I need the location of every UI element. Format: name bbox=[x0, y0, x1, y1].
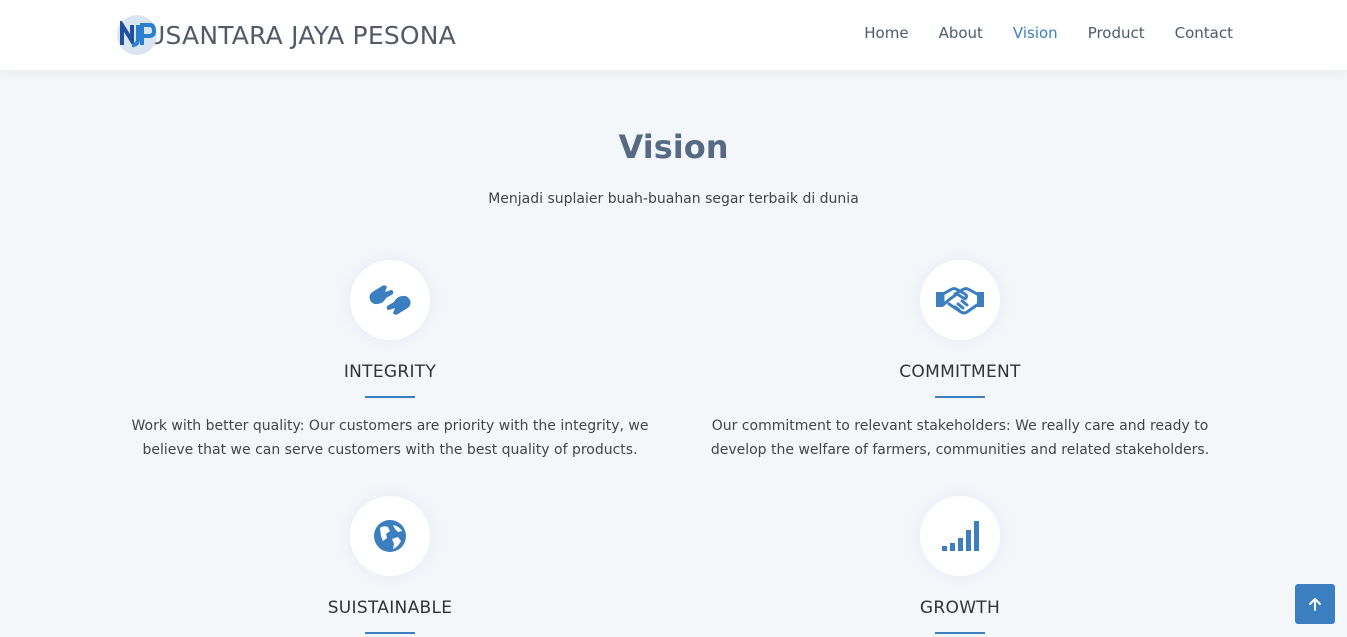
arrow-up-icon bbox=[1309, 598, 1321, 611]
back-to-top-button[interactable] bbox=[1295, 584, 1335, 624]
icon-circle bbox=[920, 260, 1000, 340]
site-header: USANTARA JAYA PESONA Home About Vision P… bbox=[0, 0, 1347, 70]
signal-bars-icon bbox=[942, 521, 979, 551]
card-text: Work with better quality: Our customers … bbox=[131, 418, 649, 458]
nav-home[interactable]: Home bbox=[864, 24, 908, 42]
brand-name: USANTARA JAYA PESONA bbox=[147, 20, 456, 50]
icon-circle bbox=[920, 496, 1000, 576]
nav-product[interactable]: Product bbox=[1088, 24, 1145, 42]
hands-icon bbox=[369, 285, 411, 315]
value-card-integrity: INTEGRITY Work with better quality: Our … bbox=[110, 260, 670, 462]
section-title: Vision bbox=[618, 128, 729, 166]
value-card-growth: GROWTH bbox=[680, 496, 1240, 634]
card-text: Our commitment to relevant stakeholders:… bbox=[710, 418, 1210, 458]
title-underline bbox=[935, 632, 985, 634]
main-nav: Home About Vision Product Contact bbox=[864, 24, 1233, 42]
section-subtitle: Menjadi suplaier buah-buahan segar terba… bbox=[488, 191, 859, 207]
brand-logo[interactable]: USANTARA JAYA PESONA bbox=[117, 14, 456, 56]
nav-vision[interactable]: Vision bbox=[1013, 24, 1058, 42]
title-underline bbox=[365, 632, 415, 634]
handshake-icon bbox=[936, 287, 984, 315]
nav-about[interactable]: About bbox=[939, 24, 983, 42]
icon-circle bbox=[350, 260, 430, 340]
value-card-commitment: COMMITMENT Our commitment to relevant st… bbox=[680, 260, 1240, 462]
logo-mark-icon bbox=[117, 15, 157, 55]
nav-contact[interactable]: Contact bbox=[1175, 24, 1233, 42]
card-title: COMMITMENT bbox=[899, 362, 1021, 382]
card-title: INTEGRITY bbox=[343, 362, 437, 382]
value-card-suistainable: SUISTAINABLE bbox=[110, 496, 670, 634]
icon-circle bbox=[350, 496, 430, 576]
card-title: GROWTH bbox=[919, 598, 1001, 618]
globe-icon bbox=[374, 520, 406, 552]
title-underline bbox=[365, 396, 415, 398]
title-underline bbox=[935, 396, 985, 398]
card-title: SUISTAINABLE bbox=[327, 598, 453, 618]
